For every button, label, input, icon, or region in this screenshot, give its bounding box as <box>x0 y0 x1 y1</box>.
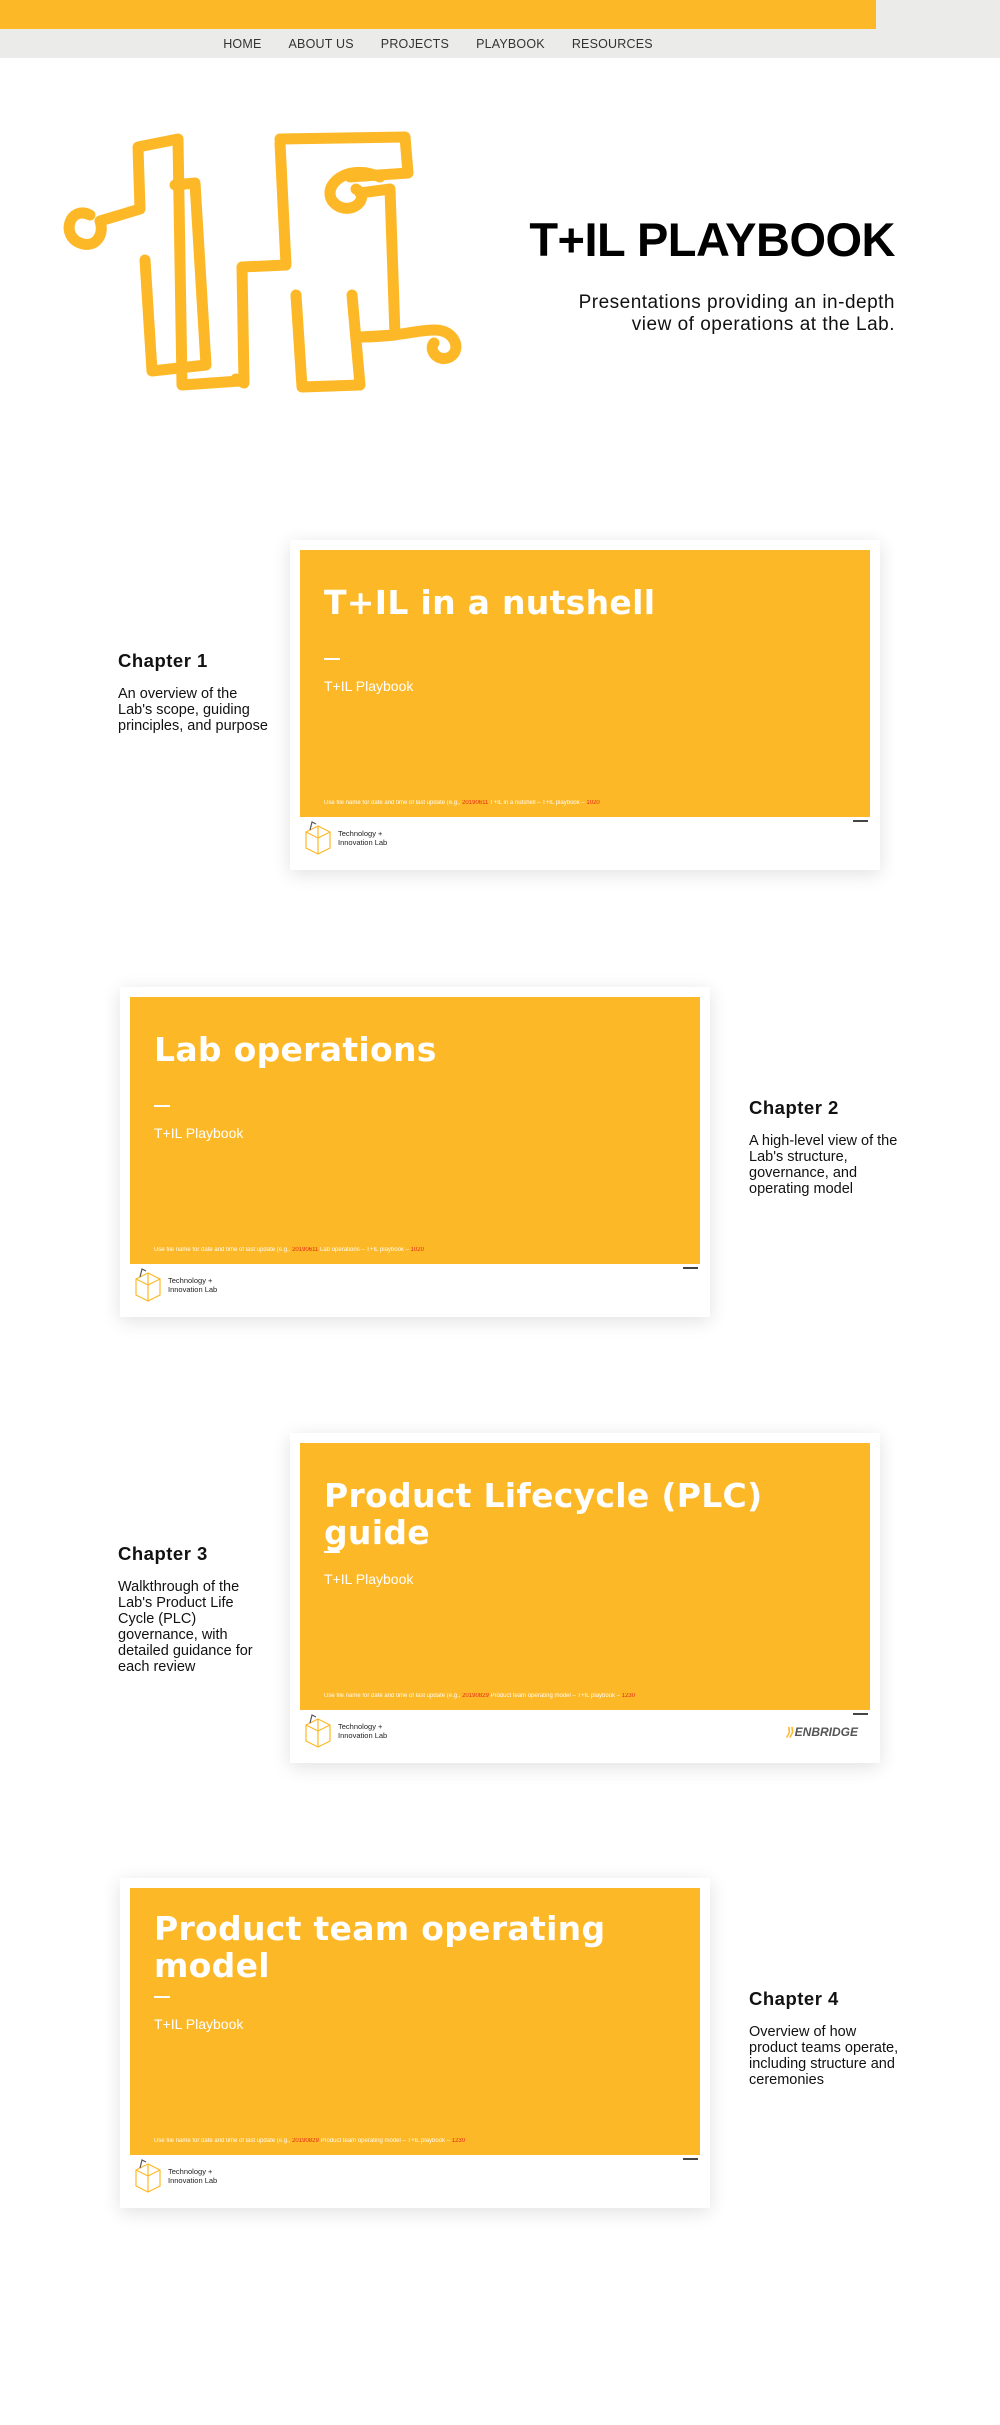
chapter-3-slide-card[interactable]: Product Lifecycle (PLC) guide T+IL Playb… <box>290 1433 880 1763</box>
footer-date: 20190829 <box>292 2138 319 2144</box>
chapter-1-slide-card[interactable]: T+IL in a nutshell T+IL Playbook Use fil… <box>290 540 880 870</box>
slide-footer: Use file name for date and time of last … <box>154 1247 424 1253</box>
footer-date: 20190611 <box>462 800 489 806</box>
footer-time: 1020 <box>586 800 600 806</box>
chapter-2-label: Chapter 2 <box>749 1097 839 1118</box>
lab-logo-icon <box>135 2159 161 2193</box>
slide-subtitle: T+IL Playbook <box>154 2016 244 2032</box>
nav-home[interactable]: HOME <box>223 37 261 51</box>
footer-name: Lab operations – T+IL playbook – <box>320 1247 409 1253</box>
chapter-3-label: Chapter 3 <box>118 1543 208 1564</box>
slide-footer: Use file name for date and time of last … <box>324 800 600 806</box>
nav-resources[interactable]: RESOURCES <box>572 37 653 51</box>
chapter-2-slide-card[interactable]: Lab operations T+IL Playbook Use file na… <box>120 987 710 1317</box>
slide-footer-line <box>683 2158 698 2160</box>
lab-logo-line1: Technology + <box>338 1722 383 1731</box>
lab-logo-line2: Innovation Lab <box>168 2176 218 2185</box>
page-subtitle: Presentations providing an in-depth view… <box>578 292 895 335</box>
lab-logo-line2: Innovation Lab <box>338 1731 388 1740</box>
slide-title: Lab operations <box>154 1030 437 1069</box>
slide-dash <box>324 658 340 660</box>
chapter-4-label: Chapter 4 <box>749 1988 839 2009</box>
slide-footer: Use file name for date and time of last … <box>324 1693 635 1699</box>
footer-note: Use file name for date and time of last … <box>154 2138 291 2144</box>
slide-subtitle: T+IL Playbook <box>324 678 414 694</box>
nav-playbook[interactable]: PLAYBOOK <box>476 37 545 51</box>
lab-logo: Technology + Innovation Lab <box>302 820 387 856</box>
chapter-4-info: Chapter 4 Overview of how product teams … <box>749 1988 899 2088</box>
top-right-bar <box>876 0 1000 58</box>
lab-logo: Technology + Innovation Lab <box>132 2158 217 2194</box>
main-nav: HOME ABOUT US PROJECTS PLAYBOOK RESOURCE… <box>0 29 876 58</box>
enbridge-wordmark: ENBRIDGE <box>794 1725 858 1739</box>
slide-cover: Lab operations T+IL Playbook Use file na… <box>130 997 700 1264</box>
lab-logo-line1: Technology + <box>168 1276 213 1285</box>
nav-projects[interactable]: PROJECTS <box>381 37 449 51</box>
slide-title: T+IL in a nutshell <box>324 583 656 622</box>
til-logo-illustration <box>63 131 462 393</box>
enbridge-logo: ⟫ENBRIDGE <box>786 1725 858 1739</box>
chapter-3-description: Walkthrough of the Lab's Product Life Cy… <box>118 1579 253 1675</box>
chapter-4-slide-card[interactable]: Product team operating model T+IL Playbo… <box>120 1878 710 2208</box>
chapter-4-description: Overview of how product teams operate, i… <box>749 2024 899 2088</box>
footer-time: 1230 <box>621 1693 636 1699</box>
lab-logo-line1: Technology + <box>338 829 383 838</box>
slide-footer-line <box>683 1267 698 1269</box>
slide-cover: Product team operating model T+IL Playbo… <box>130 1888 700 2155</box>
footer-note: Use file name for date and time of last … <box>154 1247 291 1253</box>
footer-date: 20190829 <box>462 1693 489 1699</box>
slide-subtitle: T+IL Playbook <box>324 1571 414 1587</box>
lab-logo-line2: Innovation Lab <box>168 1285 218 1294</box>
slide-title: Product Lifecycle (PLC) guide <box>324 1476 763 1552</box>
footer-time: 1230 <box>451 2138 466 2144</box>
chapter-1-description: An overview of the Lab's scope, guiding … <box>118 686 268 734</box>
slide-dash <box>324 1551 340 1553</box>
slide-dash <box>154 1105 170 1107</box>
lab-logo-icon <box>305 821 331 855</box>
chapter-1-info: Chapter 1 An overview of the Lab's scope… <box>118 650 268 734</box>
lab-logo-icon <box>135 1268 161 1302</box>
slide-subtitle: T+IL Playbook <box>154 1125 244 1141</box>
chapter-2-description: A high-level view of the Lab's structure… <box>749 1133 898 1197</box>
footer-date: 20190611 <box>292 1247 319 1253</box>
page-title: T+IL PLAYBOOK <box>529 213 895 266</box>
top-accent-bar <box>0 0 876 29</box>
slide-footer-line <box>853 1713 868 1715</box>
slide-title: Product team operating model <box>154 1909 606 1985</box>
lab-logo-line1: Technology + <box>168 2167 213 2176</box>
slide-cover: T+IL in a nutshell T+IL Playbook Use fil… <box>300 550 870 817</box>
nav-about-us[interactable]: ABOUT US <box>289 37 354 51</box>
slide-footer-line <box>853 820 868 822</box>
enbridge-mark-icon: ⟫ <box>786 1725 795 1739</box>
slide-footer: Use file name for date and time of last … <box>154 2138 465 2144</box>
lab-logo-line2: Innovation Lab <box>338 838 388 847</box>
slide-cover: Product Lifecycle (PLC) guide T+IL Playb… <box>300 1443 870 1710</box>
chapter-3-info: Chapter 3 Walkthrough of the Lab's Produ… <box>118 1543 268 1675</box>
footer-name: T+IL in a nutshell – T+IL playbook – <box>489 800 585 806</box>
lab-logo: Technology + Innovation Lab <box>302 1713 387 1749</box>
footer-time: 1020 <box>410 1247 424 1253</box>
chapter-2-info: Chapter 2 A high-level view of the Lab's… <box>749 1097 899 1197</box>
lab-logo-icon <box>305 1714 331 1748</box>
footer-name: Product team operating model – T+IL play… <box>490 1693 621 1699</box>
chapter-1-label: Chapter 1 <box>118 650 208 671</box>
footer-note: Use file name for date and time of last … <box>324 1693 461 1699</box>
slide-dash <box>154 1996 170 1998</box>
footer-note: Use file name for date and time of last … <box>324 800 461 806</box>
footer-name: Product team operating model – T+IL play… <box>320 2138 451 2144</box>
lab-logo: Technology + Innovation Lab <box>132 1267 217 1303</box>
